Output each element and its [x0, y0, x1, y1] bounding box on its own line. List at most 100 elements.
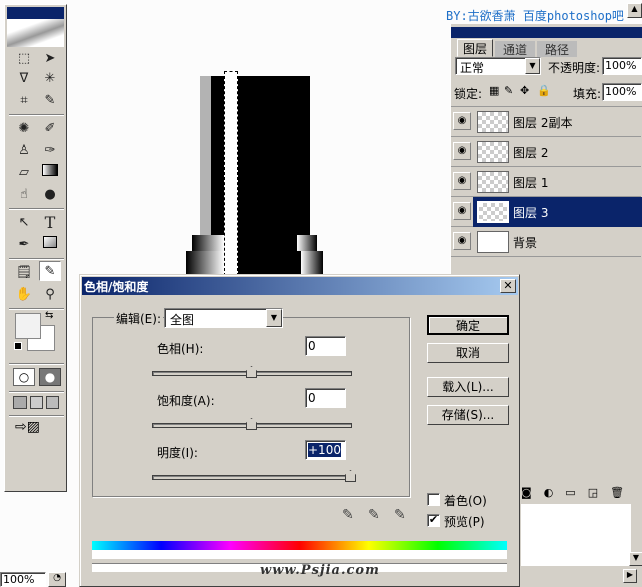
edit-value: 全图	[170, 313, 195, 327]
notes-icon[interactable]: 🗒	[13, 263, 35, 283]
eye-icon[interactable]: ◉	[453, 232, 471, 250]
scroll-right-button[interactable]: ▶	[623, 569, 637, 583]
history-brush-icon[interactable]: ✑	[39, 141, 61, 161]
feather-logo[interactable]	[7, 19, 64, 47]
layer-row[interactable]: ◉ 图层 2副本	[451, 107, 641, 137]
lock-brush-icon[interactable]: ✎	[504, 84, 513, 97]
hue-slider[interactable]	[152, 366, 352, 378]
eye-icon[interactable]: ◉	[453, 202, 471, 220]
gradient-base-left	[192, 235, 224, 251]
foreground-color-swatch[interactable]	[15, 313, 41, 339]
hand-icon[interactable]: ✋	[13, 285, 35, 305]
scroll-up-button[interactable]: ▲	[627, 3, 642, 18]
screen-mode-full-icon[interactable]	[46, 396, 59, 409]
chevron-down-icon[interactable]: ▼	[525, 58, 540, 74]
gradient-icon[interactable]	[39, 163, 61, 183]
lasso-icon[interactable]: ᐁ	[13, 69, 35, 89]
status-menu-button[interactable]: ◔	[48, 572, 66, 587]
scroll-down-button[interactable]: ▼	[629, 552, 642, 566]
lock-transparency-icon[interactable]: ▦	[489, 84, 499, 97]
eye-icon[interactable]: ◉	[453, 112, 471, 130]
pen-icon[interactable]: ✒	[13, 235, 35, 255]
hue-input[interactable]: 0	[305, 336, 346, 356]
shape-icon[interactable]	[39, 235, 61, 255]
dodge-icon[interactable]: ●	[39, 185, 61, 205]
crop-icon[interactable]: ⌗	[13, 91, 35, 111]
layer-row[interactable]: ◉ 背景	[451, 227, 641, 257]
slice-icon[interactable]: ✎	[39, 91, 61, 111]
selection-marquee	[224, 71, 238, 276]
divider	[9, 308, 64, 310]
layer-row[interactable]: ◉ 图层 2	[451, 137, 641, 167]
toolbox: ⬚ ➤ ᐁ ✳ ⌗ ✎ ✺ ✐ ♙ ✑ ▱ ☝ ● ↖ T ✒ 🗒 ✎ ✋ ⚲ …	[4, 4, 67, 492]
divider	[9, 391, 64, 393]
brush-icon[interactable]: ✐	[39, 119, 61, 139]
chevron-down-icon[interactable]: ▼	[266, 309, 282, 327]
saturation-input[interactable]: 0	[305, 388, 346, 408]
eyedropper-icon[interactable]: ✎	[342, 507, 354, 523]
layer-row[interactable]: ◉ 图层 1	[451, 167, 641, 197]
swap-colors-icon[interactable]: ⇆	[45, 310, 53, 321]
layers-list: ◉ 图层 2副本 ◉ 图层 2 ◉ 图层 1 ◉ 图层 3 ◉ 背景	[451, 106, 642, 266]
standard-mode-icon[interactable]: ○	[13, 368, 35, 386]
lightness-input[interactable]: +100	[305, 440, 346, 460]
preview-label[interactable]: 预览(P)	[444, 513, 485, 530]
screen-mode-standard-icon[interactable]	[13, 396, 27, 409]
eye-icon[interactable]: ◉	[453, 142, 471, 160]
tab-layers[interactable]: 图层	[457, 39, 493, 57]
path-select-icon[interactable]: ↖	[13, 213, 35, 233]
edit-select[interactable]: 全图 ▼	[164, 308, 283, 328]
eyedropper-minus-icon[interactable]: ✎	[394, 507, 406, 523]
screen-mode-full-menu-icon[interactable]	[30, 396, 43, 409]
add-mask-icon[interactable]: ◙	[521, 486, 544, 499]
divider	[9, 415, 64, 417]
fill-input[interactable]: 100%	[602, 83, 642, 101]
layer-name: 图层 1	[513, 176, 549, 190]
panel-title-bar[interactable]	[451, 27, 642, 38]
layer-thumbnail	[477, 201, 509, 223]
default-colors-icon[interactable]	[14, 342, 22, 350]
trash-icon[interactable]: 🗑	[610, 486, 636, 499]
dialog-title-bar[interactable]: 色相/饱和度 ✕	[82, 277, 518, 295]
saturation-slider[interactable]	[152, 418, 352, 430]
layer-thumbnail	[477, 171, 509, 193]
quick-mask-icon[interactable]: ●	[39, 368, 61, 386]
healing-icon[interactable]: ✺	[13, 119, 35, 139]
close-icon[interactable]: ✕	[500, 279, 516, 293]
eye-icon[interactable]: ◉	[453, 172, 471, 190]
zoom-icon[interactable]: ⚲	[39, 285, 61, 305]
zoom-level-field[interactable]: 100%	[0, 572, 46, 587]
blend-mode-select[interactable]: 正常 ▼	[455, 57, 541, 75]
lock-move-icon[interactable]: ✥	[520, 84, 529, 97]
new-group-icon[interactable]: ▭	[565, 486, 587, 499]
lock-all-icon[interactable]: 🔒	[537, 84, 551, 97]
load-button[interactable]: 载入(L)...	[427, 377, 509, 397]
input-color-bar	[92, 541, 507, 550]
cancel-button[interactable]: 取消	[427, 343, 509, 363]
jump-to-imageready-icon[interactable]: ⇨▨	[15, 419, 40, 435]
layer-row-selected[interactable]: ◉ 图层 3	[451, 197, 642, 227]
tab-channels[interactable]: 通道	[495, 41, 535, 57]
edit-label: 编辑(E):	[114, 310, 163, 327]
lightness-slider[interactable]	[152, 470, 356, 482]
divider	[9, 258, 64, 260]
smudge-icon[interactable]: ☝	[13, 185, 35, 205]
magic-wand-icon[interactable]: ✳	[39, 69, 61, 89]
toolbox-title-bar[interactable]	[7, 7, 64, 19]
type-icon[interactable]: T	[39, 213, 61, 233]
tab-paths[interactable]: 路径	[537, 41, 577, 57]
adjustment-layer-icon[interactable]: ◐	[544, 486, 566, 499]
eraser-icon[interactable]: ▱	[13, 163, 35, 183]
preview-checkbox[interactable]: ✔	[427, 514, 440, 527]
save-button[interactable]: 存储(S)...	[427, 405, 509, 425]
opacity-input[interactable]: 100%	[602, 57, 642, 75]
colorize-checkbox[interactable]	[427, 493, 440, 506]
eyedropper-plus-icon[interactable]: ✎	[368, 507, 380, 523]
stamp-icon[interactable]: ♙	[13, 141, 35, 161]
move-icon[interactable]: ➤	[39, 49, 61, 69]
eyedropper-icon[interactable]: ✎	[39, 261, 61, 281]
colorize-label[interactable]: 着色(O)	[444, 492, 487, 509]
ok-button[interactable]: 确定	[427, 315, 509, 335]
marquee-icon[interactable]: ⬚	[13, 49, 35, 69]
new-layer-icon[interactable]: ◲	[588, 486, 610, 499]
